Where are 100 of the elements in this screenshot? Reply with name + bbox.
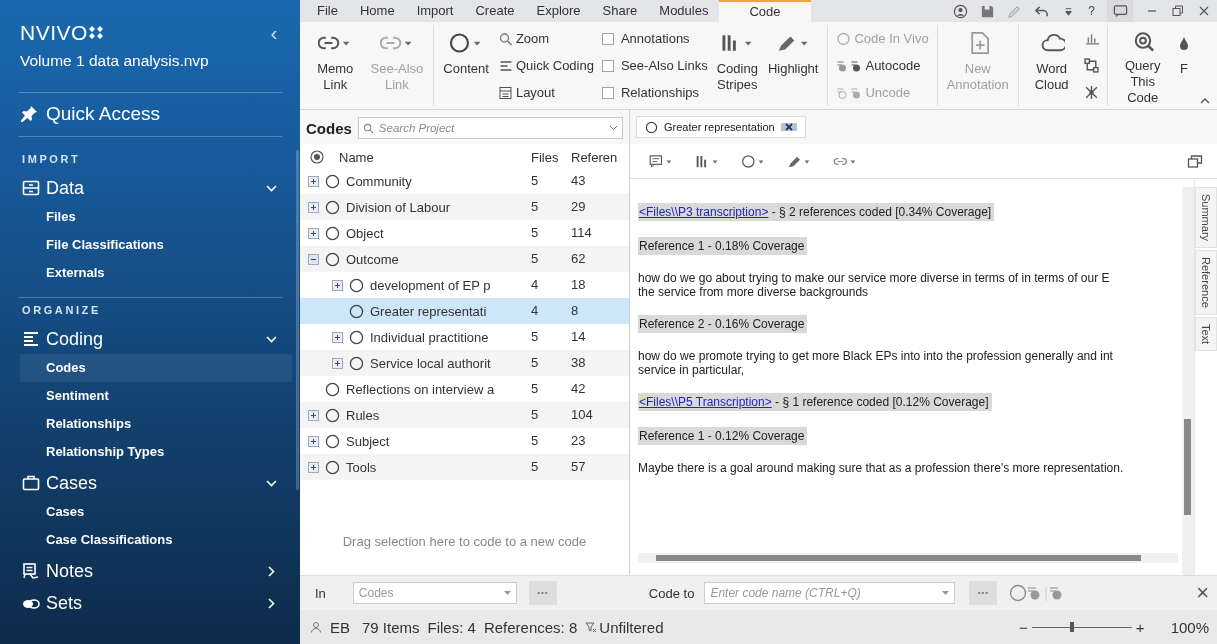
connector-icon[interactable] <box>1084 58 1100 73</box>
circle-dropdown-icon[interactable] <box>740 153 766 169</box>
nav-item[interactable]: Case Classifications <box>20 526 292 554</box>
expand-box-icon[interactable] <box>332 331 343 343</box>
code-name[interactable]: Subject <box>346 433 390 449</box>
filter-icon[interactable] <box>585 621 598 633</box>
nav-group-label[interactable]: Data <box>46 177 85 199</box>
add-circle-icon[interactable] <box>310 150 324 164</box>
ribbon-tab[interactable]: Code <box>719 0 811 22</box>
ribbon-button[interactable]: Memo Link <box>307 25 364 106</box>
ribbon-button[interactable]: Word Cloud <box>1023 25 1080 106</box>
nav-item[interactable]: Externals <box>20 259 292 287</box>
user-icon[interactable] <box>953 3 969 19</box>
dropdown-caret-icon[interactable] <box>942 590 950 596</box>
nav-item[interactable]: Codes <box>20 354 292 382</box>
nav-group-label[interactable]: Cases <box>46 472 98 494</box>
restore-window-icon[interactable] <box>1187 153 1203 169</box>
stripes-dropdown-icon[interactable] <box>694 153 720 169</box>
side-tab[interactable]: Text <box>1195 316 1217 351</box>
nav-group-label[interactable]: Notes <box>46 560 94 582</box>
code-name[interactable]: Outcome <box>346 251 399 267</box>
quick-access-link[interactable]: Quick Access <box>46 103 161 125</box>
expand-box-icon[interactable] <box>308 435 319 447</box>
column-header[interactable]: Files <box>531 149 571 165</box>
chevron-right-icon[interactable] <box>265 564 278 578</box>
document-tab[interactable]: Greater representation <box>636 116 806 138</box>
checkbox[interactable]: Annotations <box>601 28 708 49</box>
logo-text: NVIVO <box>20 21 88 45</box>
expand-box-icon[interactable] <box>308 227 319 239</box>
ribbon-tab[interactable]: Create <box>464 0 526 22</box>
file-link[interactable]: <Files\\P3 transcription> <box>639 205 769 219</box>
code-name[interactable]: Rules <box>346 407 380 423</box>
nav-group-label[interactable]: Coding <box>46 328 104 350</box>
code-circle-icon <box>325 433 340 449</box>
comment-button[interactable] <box>1107 0 1133 22</box>
nav-group-label[interactable]: Sets <box>46 592 83 614</box>
table-cell: 5 <box>531 454 571 480</box>
ribbon-tab[interactable]: File <box>306 0 349 22</box>
code-name[interactable]: Tools <box>346 459 377 475</box>
expand-box-icon[interactable] <box>308 409 319 421</box>
search-field[interactable]: Search Project <box>357 117 623 139</box>
ribbon-button[interactable]: Autocode <box>836 55 929 76</box>
code-name[interactable]: Individual practitione <box>370 329 489 345</box>
ribbon-button[interactable]: F <box>1174 25 1194 106</box>
dropdown-caret-icon[interactable] <box>503 590 511 596</box>
ribbon-tab[interactable]: Explore <box>525 0 592 22</box>
expand-box-icon[interactable] <box>332 279 343 291</box>
section-heading: IMPORT <box>21 152 82 167</box>
code-name[interactable]: development of EP p <box>370 277 491 293</box>
table-cell-text: 14 <box>571 328 587 346</box>
collapse-button[interactable]: ‹ <box>270 21 278 45</box>
ribbon-button[interactable]: Zoom <box>497 28 594 49</box>
ribbon-tab[interactable]: Share <box>591 0 649 22</box>
bar-chart-icon[interactable] <box>1084 31 1100 46</box>
ribbon-button[interactable]: Content <box>439 25 493 106</box>
dropdown-caret-icon[interactable] <box>609 125 618 131</box>
close-tab-icon[interactable] <box>780 122 797 132</box>
nav-item[interactable]: Cases <box>20 498 292 526</box>
file-link[interactable]: <Files\\P5 Transcription> <box>639 395 772 409</box>
close-icon[interactable] <box>1197 4 1211 18</box>
zoom-in-button[interactable]: + <box>1135 618 1145 636</box>
column-header[interactable]: Referen <box>571 149 629 165</box>
chevron-right-icon[interactable] <box>265 596 278 610</box>
ribbon-button[interactable]: Query This Code <box>1113 25 1172 106</box>
expand-box-icon[interactable] <box>308 175 319 187</box>
code-name[interactable]: Reflections on interview a <box>346 381 495 397</box>
ribbon-tab[interactable]: Home <box>348 0 406 22</box>
collapse-ribbon-icon[interactable] <box>1199 96 1211 106</box>
save-icon[interactable] <box>980 3 996 19</box>
ribbon-button[interactable]: Layout <box>497 82 594 103</box>
expand-box-icon[interactable] <box>308 201 319 213</box>
zoom-slider[interactable] <box>1031 622 1132 632</box>
help-button[interactable]: ? <box>1088 4 1095 18</box>
network-icon[interactable] <box>1084 85 1100 100</box>
nav-item[interactable]: Relationships <box>20 410 292 438</box>
side-tab[interactable]: Summary <box>1195 187 1217 249</box>
column-header[interactable]: Name <box>339 149 374 165</box>
zoom-slider-thumb[interactable] <box>1069 622 1074 632</box>
filter-status[interactable]: Unfiltered <box>599 618 664 636</box>
collapse-box-icon[interactable] <box>308 253 319 265</box>
memo-dropdown-icon[interactable] <box>648 153 674 169</box>
nav-item[interactable]: Files <box>20 203 292 231</box>
side-tab[interactable]: Reference <box>1195 250 1217 315</box>
code-name[interactable]: Object <box>346 225 384 241</box>
ribbon-button[interactable]: Coding Stripes <box>712 25 762 106</box>
restore-icon[interactable] <box>1171 4 1185 18</box>
expand-box-icon[interactable] <box>332 357 343 369</box>
close-button[interactable]: × <box>1196 580 1209 606</box>
ribbon-button[interactable]: Quick Coding <box>497 55 594 76</box>
ribbon-button[interactable]: Highlight <box>763 25 823 106</box>
checkbox[interactable]: See-Also Links <box>601 55 708 76</box>
nav-item[interactable]: Relationship Types <box>20 438 292 466</box>
checkbox[interactable]: Relationships <box>601 82 708 103</box>
zoom-out-button[interactable]: − <box>1019 618 1028 636</box>
nav-item[interactable]: File Classifications <box>20 231 292 259</box>
expand-box-icon[interactable] <box>308 461 319 473</box>
nav-item[interactable]: Sentiment <box>20 382 292 410</box>
ribbon-tab[interactable]: Modules <box>648 0 720 22</box>
ribbon-tab[interactable]: Import <box>405 0 465 22</box>
code-name[interactable]: Community <box>346 173 412 189</box>
